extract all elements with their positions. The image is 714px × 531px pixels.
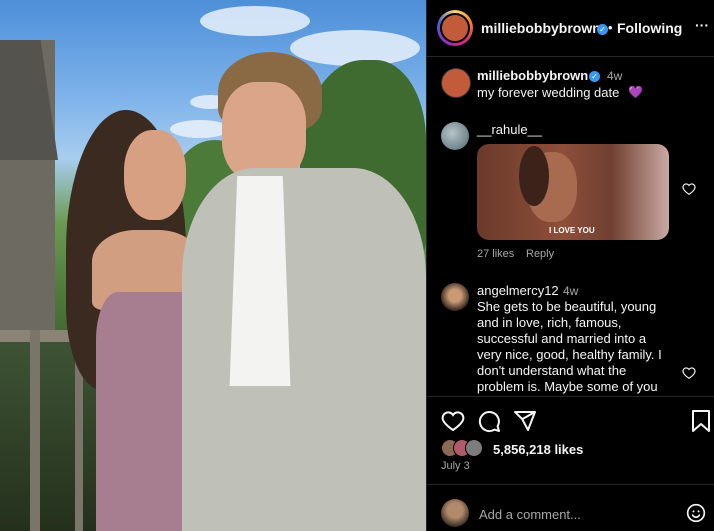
comment-icon[interactable] <box>477 409 501 433</box>
post-date[interactable]: July 3 <box>441 460 470 472</box>
comment-line: don't understand what the <box>477 363 627 378</box>
cloud <box>170 120 230 138</box>
comment-line: She gets to be beautiful, young <box>477 299 657 314</box>
caption-username[interactable]: milliebobbybrown <box>477 68 588 83</box>
like-comment-icon[interactable] <box>682 182 696 196</box>
post-header: milliebobbybrown ✓ • Following ··· <box>427 0 714 57</box>
separator-dot: • <box>608 20 613 35</box>
likes-count[interactable]: 5,856,218 likes <box>493 442 583 457</box>
comment-username[interactable]: __rahule__ <box>477 122 542 137</box>
author-avatar[interactable] <box>437 10 473 46</box>
caption-time: 4w <box>607 69 623 83</box>
comment-text: She gets to be beautiful, young and in l… <box>477 299 697 395</box>
liker-avatar <box>465 439 483 457</box>
comments-panel: milliebobbybrown ✓ • Following ··· milli… <box>426 0 714 531</box>
verified-icon: ✓ <box>597 24 608 35</box>
post-photo[interactable] <box>0 0 426 531</box>
emoji-icon[interactable] <box>686 503 706 523</box>
comment-line: successful and married into a <box>477 331 647 346</box>
man-face <box>222 82 306 182</box>
comment-likes[interactable]: 27 likes <box>477 248 514 260</box>
following-button[interactable]: Following <box>617 20 682 36</box>
comment-line: very nice, good, healthy family. I <box>477 347 662 362</box>
comment-avatar[interactable] <box>441 283 469 311</box>
comment-line: problem is. Maybe some of you <box>477 379 658 394</box>
railing-post <box>30 330 40 531</box>
like-comment-icon[interactable] <box>682 366 696 380</box>
comment-avatar[interactable] <box>441 122 469 150</box>
gif-caption: I LOVE YOU <box>549 226 595 235</box>
heart-emoji: 💜 <box>628 85 643 99</box>
add-comment-input[interactable] <box>477 503 681 525</box>
man-suit <box>182 168 426 531</box>
save-bookmark-icon[interactable] <box>690 409 712 433</box>
cloud <box>200 6 310 36</box>
actions-divider <box>427 396 714 397</box>
caption-text: my forever wedding date <box>477 85 620 100</box>
author-username[interactable]: milliebobbybrown <box>481 20 601 36</box>
liked-by-avatars[interactable] <box>441 439 489 457</box>
more-options-icon[interactable]: ··· <box>695 17 709 33</box>
verified-icon: ✓ <box>589 71 600 82</box>
gif-attachment[interactable]: I LOVE YOU <box>477 144 669 240</box>
gif-hair <box>519 146 549 206</box>
share-icon[interactable] <box>513 409 537 433</box>
comment-username[interactable]: angelmercy12 <box>477 283 559 298</box>
current-user-avatar <box>441 499 469 527</box>
reply-button[interactable]: Reply <box>526 248 554 260</box>
woman-face <box>124 130 186 220</box>
caption-avatar[interactable] <box>441 68 471 98</box>
like-icon[interactable] <box>441 409 465 433</box>
comment-time: 4w <box>563 284 579 298</box>
comment-box-divider <box>427 484 714 485</box>
comment-line: and in love, rich, famous, <box>477 315 622 330</box>
